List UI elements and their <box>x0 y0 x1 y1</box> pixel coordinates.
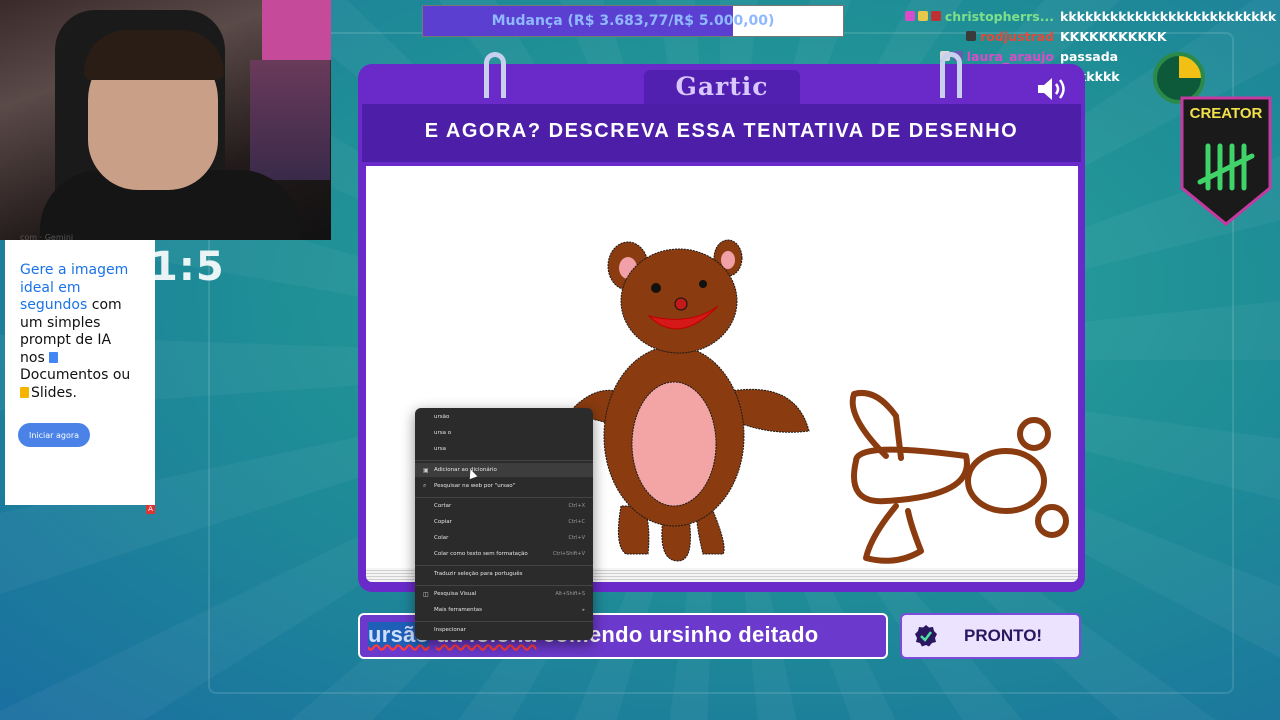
docs-icon <box>49 351 59 363</box>
menu-item-cut[interactable]: Cortar Ctrl+X <box>415 499 593 513</box>
ad-start-button[interactable]: Iniciar agora <box>18 423 90 447</box>
small-bear-drawing <box>849 390 1069 564</box>
chat-badges <box>966 31 977 41</box>
shelf <box>250 60 330 180</box>
menu-item-search-web[interactable]: ⌕ Pesquisar na web por "ursao" <box>415 479 593 493</box>
menu-item-translate[interactable]: Traduzir seleção para português <box>415 567 593 581</box>
menu-item-label: Traduzir seleção para português <box>434 571 523 577</box>
menu-item-add-dictionary[interactable]: ▣ Adicionar ao dicionário <box>415 463 593 477</box>
slides-icon <box>20 386 29 398</box>
context-menu: ursão ursa o ursa ▣ Adicionar ao dicionár… <box>415 408 593 640</box>
gartic-logo: Gartic <box>675 72 769 101</box>
menu-separator <box>415 565 593 566</box>
chat-text: kkkkkkkkkkkkkkkkkkkkkkkkkk <box>1060 8 1277 24</box>
spell-suggestion[interactable]: ursão <box>415 410 593 424</box>
chat-message: christopherrs... kkkkkkkkkkkkkkkkkkkkkkk… <box>862 6 1280 26</box>
menu-item-visual-search[interactable]: ◫ Pesquisa Visual Alt+Shift+S <box>415 587 593 601</box>
ad-docs-label: Documentos <box>20 367 109 383</box>
round-title: E AGORA? DESCREVA ESSA TENTATIVA DE DESE… <box>424 120 1019 142</box>
visual-search-icon: ◫ <box>423 590 429 598</box>
ad-text: Gere a imagem ideal em segundos com um s… <box>20 262 140 402</box>
chat-message: laura_araujo passada <box>862 46 1280 66</box>
menu-item-paste-plain[interactable]: Colar como texto sem formatação Ctrl+Shif… <box>415 547 593 561</box>
ready-button-label: PRONTO! <box>964 626 1043 645</box>
ad-top-text: com · Gemini <box>20 233 74 242</box>
webcam-feed <box>0 0 331 240</box>
menu-item-label: Cortar <box>434 503 452 509</box>
menu-separator <box>415 621 593 622</box>
menu-item-shortcut: Alt+Shift+S <box>555 591 585 597</box>
menu-item-shortcut: Ctrl+X <box>568 503 585 509</box>
chat-username: christopherrs... <box>944 8 1054 24</box>
menu-item-label: Adicionar ao dicionário <box>434 467 497 473</box>
chat-message: rodjustrad KKKKKKKKKKK <box>862 26 1280 46</box>
menu-item-label: Inspecionar <box>434 627 466 633</box>
menu-item-paste[interactable]: Colar Ctrl+V <box>415 531 593 545</box>
search-icon: ⌕ <box>423 482 427 489</box>
creator-badge-icon: CREATOR <box>1180 96 1272 226</box>
menu-item-label: Pesquisa Visual <box>434 591 477 597</box>
ad-badge: A <box>146 505 155 514</box>
speaker-icon[interactable] <box>1036 76 1072 102</box>
chat-username: laura_araujo <box>966 48 1054 64</box>
ready-button[interactable]: PRONTO! <box>900 613 1081 659</box>
chat-text: KKKKKKKKKKK <box>1060 28 1167 44</box>
pink-frame <box>262 0 331 60</box>
ad-slides-label: Slides <box>31 384 73 401</box>
overlay-timer: 1:5 <box>150 244 225 290</box>
suggestion-label: ursa <box>434 446 446 452</box>
menu-item-shortcut: Ctrl+V <box>568 535 585 541</box>
spell-suggestion[interactable]: ursa o <box>415 426 593 440</box>
menu-separator <box>415 585 593 586</box>
ad-text-end: . <box>72 384 77 401</box>
submenu-arrow-icon: ▸ <box>582 607 585 613</box>
bear-drawing <box>564 239 810 562</box>
goal-text: Mudança (R$ 3.683,77/R$ 5.000,00) <box>491 13 775 29</box>
menu-item-more-tools[interactable]: Mais ferramentas ▸ <box>415 603 593 617</box>
creator-label: CREATOR <box>1190 105 1263 122</box>
sub-badge-icon <box>917 11 928 21</box>
menu-separator <box>415 497 593 498</box>
menu-item-label: Mais ferramentas <box>434 607 482 613</box>
ad-text-or: ou <box>108 367 131 383</box>
chat-badges <box>904 11 941 21</box>
menu-item-shortcut: Ctrl+Shift+V <box>552 551 585 557</box>
check-badge-icon <box>915 625 937 647</box>
menu-item-copy[interactable]: Copiar Ctrl+C <box>415 515 593 529</box>
menu-item-shortcut: Ctrl+C <box>568 519 585 525</box>
menu-item-inspect[interactable]: Inspecionar <box>415 623 593 637</box>
donation-goal-bar: Mudança (R$ 3.683,77/R$ 5.000,00) <box>422 5 844 37</box>
menu-separator <box>415 460 593 461</box>
heart-badge-icon <box>904 11 915 21</box>
menu-item-label: Colar <box>434 535 449 541</box>
menu-item-label: Colar como texto sem formatação <box>434 551 528 557</box>
binder-ring-icon <box>484 52 506 98</box>
menu-item-label: Copiar <box>434 519 452 525</box>
spell-suggestion[interactable]: ursa <box>415 442 593 456</box>
sword-badge-icon <box>966 31 977 41</box>
dictionary-icon: ▣ <box>423 466 429 474</box>
mod-badge-icon <box>930 11 941 21</box>
binder-ring-icon <box>940 52 962 98</box>
suggestion-label: ursa o <box>434 430 452 436</box>
streamer-hair <box>84 30 224 80</box>
menu-item-label: Pesquisar na web por "ursao" <box>434 483 516 489</box>
suggestion-label: ursão <box>434 414 450 420</box>
chat-username: rodjustrad <box>980 28 1054 44</box>
